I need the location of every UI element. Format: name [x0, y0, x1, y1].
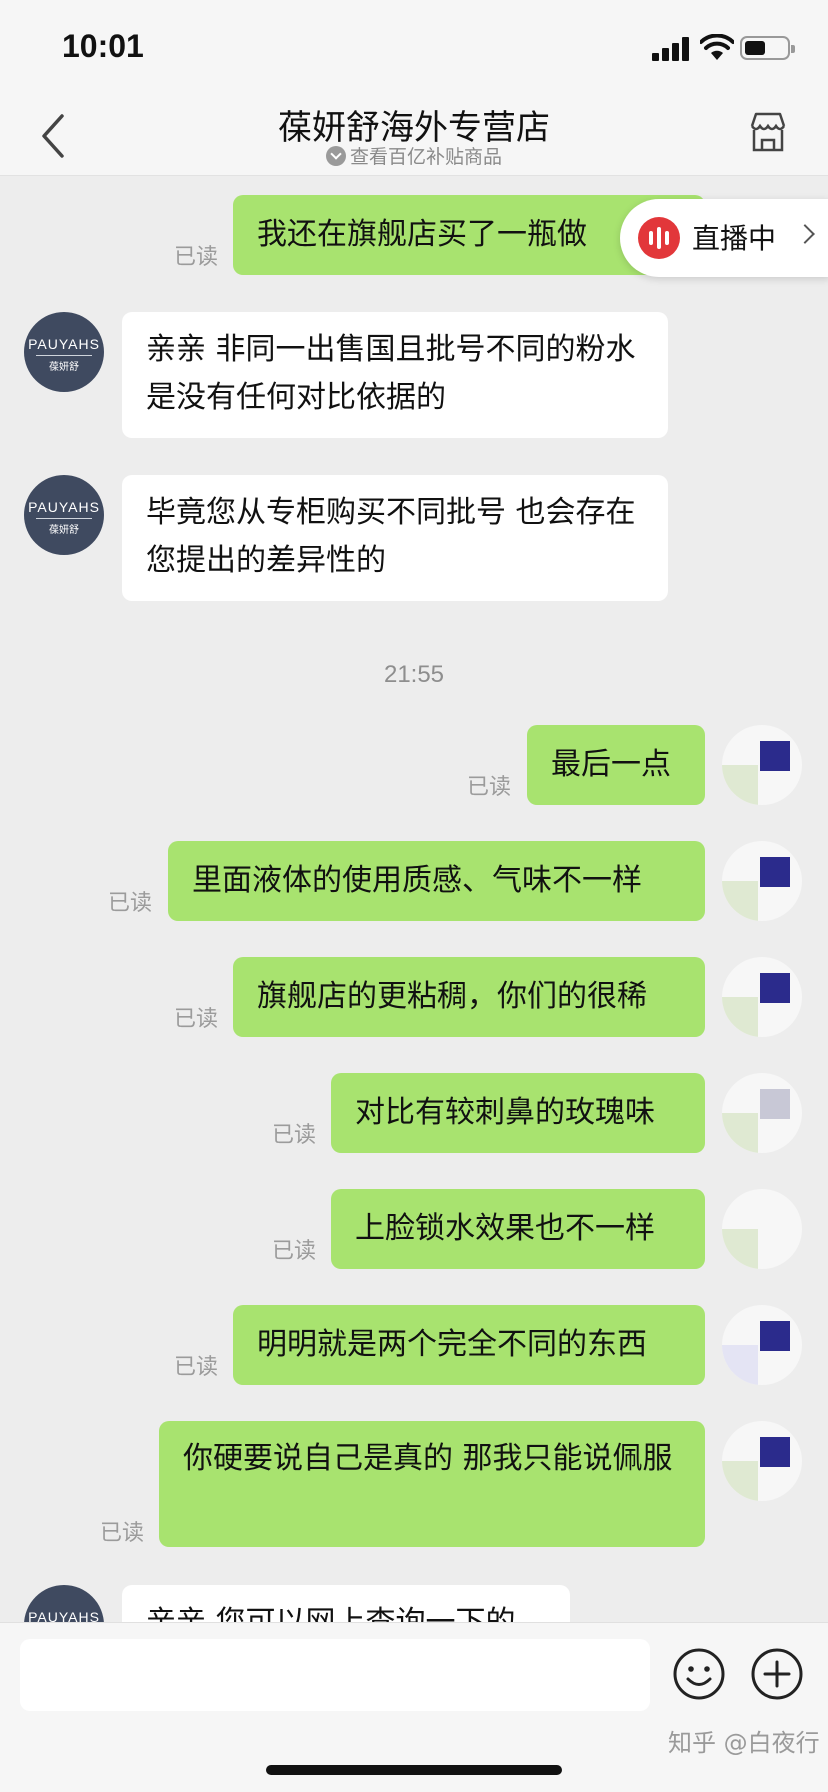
user-avatar[interactable]: [722, 1189, 802, 1269]
chevron-right-icon: [795, 224, 815, 244]
message-bubble-received[interactable]: 毕竟您从专柜购买不同批号 也会存在您提出的差异性的: [122, 475, 668, 601]
message-bubble-sent[interactable]: 旗舰店的更粘稠，你们的很稀: [233, 957, 705, 1037]
cellular-signal-icon: [652, 37, 692, 61]
avatar-brand: PAUYAHS: [28, 499, 100, 515]
chevron-down-icon: [325, 146, 346, 166]
user-avatar[interactable]: [722, 725, 802, 805]
message-bubble-sent[interactable]: 最后一点: [527, 725, 705, 805]
status-time: 10:01: [62, 28, 144, 64]
message-bubble-received[interactable]: 亲亲 您可以网上查询一下的: [122, 1585, 570, 1622]
battery-icon: [740, 36, 795, 60]
message-bubble-sent[interactable]: 里面液体的使用质感、气味不一样: [168, 841, 705, 921]
user-avatar[interactable]: [722, 1305, 802, 1385]
read-receipt: 已读: [174, 1355, 219, 1380]
message-bubble-sent[interactable]: 你硬要说自己是真的 那我只能说佩服: [159, 1421, 705, 1547]
plus-icon[interactable]: [750, 1647, 804, 1701]
timestamp-divider: 21:55: [383, 661, 445, 688]
emoji-icon[interactable]: [672, 1647, 726, 1701]
message-bubble-sent[interactable]: 上脸锁水效果也不一样: [331, 1189, 705, 1269]
avatar-brand: PAUYAHS: [28, 1609, 100, 1622]
message-input[interactable]: [20, 1639, 650, 1711]
read-receipt: 已读: [100, 1521, 145, 1546]
user-avatar[interactable]: [722, 841, 802, 921]
live-stream-label: 直播中: [692, 222, 777, 255]
read-receipt: 已读: [272, 1123, 317, 1148]
nav-bar: 葆妍舒海外专营店 查看百亿补贴商品: [0, 96, 828, 176]
user-avatar[interactable]: [722, 957, 802, 1037]
message-bubble-sent[interactable]: 明明就是两个完全不同的东西: [233, 1305, 705, 1385]
user-avatar[interactable]: [722, 1421, 802, 1501]
message-bubble-sent[interactable]: 对比有较刺鼻的玫瑰味: [331, 1073, 705, 1153]
read-receipt: 已读: [174, 1007, 219, 1032]
read-receipt: 已读: [467, 775, 512, 800]
shop-avatar[interactable]: PAUYAHS 葆妍舒: [24, 475, 104, 555]
message-bubble-received[interactable]: 亲亲 非同一出售国且批号不同的粉水是没有任何对比依据的: [122, 312, 668, 438]
status-bar: 10:01: [0, 0, 828, 96]
store-icon[interactable]: [746, 110, 790, 154]
live-stream-badge[interactable]: 直播中: [620, 199, 828, 277]
read-receipt: 已读: [174, 245, 219, 270]
read-receipt: 已读: [272, 1239, 317, 1264]
chat-area[interactable]: 已读 我还在旗舰店买了一瓶做 直播中 PAUYAHS 葆妍舒 亲亲 非同一出售国…: [0, 177, 828, 1622]
read-receipt: 已读: [108, 891, 153, 916]
avatar-brand-cn: 葆妍舒: [49, 525, 79, 536]
input-bar: 知乎 @白夜行: [0, 1622, 828, 1792]
watermark: 知乎 @白夜行: [668, 1729, 820, 1757]
shop-avatar[interactable]: PAUYAHS 葆妍舒: [24, 1585, 104, 1622]
live-audio-icon: [638, 217, 680, 259]
shop-avatar[interactable]: PAUYAHS 葆妍舒: [24, 312, 104, 392]
avatar-brand-cn: 葆妍舒: [49, 362, 79, 373]
wifi-icon: [700, 34, 734, 60]
home-indicator[interactable]: [266, 1765, 562, 1775]
subsidy-link[interactable]: 查看百亿补贴商品: [0, 142, 828, 169]
avatar-brand: PAUYAHS: [28, 336, 100, 352]
user-avatar[interactable]: [722, 1073, 802, 1153]
subsidy-link-label: 查看百亿补贴商品: [349, 146, 502, 168]
